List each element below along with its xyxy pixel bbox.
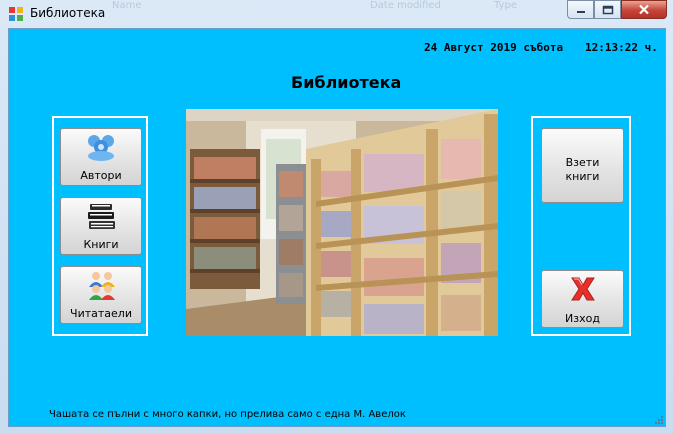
borrowed-books-label-line1: Взети [565,156,600,169]
page-title: Библиотека [291,73,402,92]
ghost-column-name: Name [112,0,142,11]
wooden-shelves-drawing [306,109,498,336]
resize-grip-icon[interactable] [655,416,663,424]
ghost-column-type: Type [494,0,517,11]
readers-label: Читатаели [70,307,132,320]
close-icon [639,4,649,15]
readers-icon [89,272,115,300]
authors-label: Автори [80,169,122,182]
authors-button[interactable]: Автори [60,128,142,186]
books-label: Книги [83,238,119,251]
readers-button[interactable]: Читатаели [60,266,142,324]
footer-quote: Чашата се пълни с много капки, но прелив… [49,409,406,420]
left-shelf-drawing [190,149,260,289]
ghost-column-date: Date modified [370,0,441,11]
window-title: Библиотека [30,6,106,20]
minimize-button[interactable] [567,0,594,19]
date-label: 24 Август 2019 събота [424,41,564,54]
books-button[interactable]: Книги [60,197,142,255]
right-button-panel: Взети книги Изход [531,116,631,336]
close-button[interactable] [621,0,667,19]
metal-rack-drawing [276,164,306,304]
exit-label: Изход [565,312,600,325]
maximize-icon [602,5,613,14]
title-bar[interactable]: Библиотека Name Date modified Type [0,0,673,28]
borrowed-books-label-line2: книги [565,170,600,183]
app-window: Библиотека Name Date modified Type 24 Ав… [0,0,673,434]
borrowed-books-button[interactable]: Взети книги [541,128,624,203]
books-icon [88,204,115,229]
exit-button[interactable]: Изход [541,270,624,328]
main-form: 24 Август 2019 събота 12:13:22 ч. Библио… [8,28,666,427]
maximize-button[interactable] [594,0,621,19]
library-shelves-image [186,109,498,336]
time-label: 12:13:22 ч. [585,41,658,54]
authors-icon [88,135,114,161]
left-button-panel: Автори Книги Читатаели [52,116,148,336]
minimize-icon [576,10,585,13]
exit-icon [571,277,595,301]
app-icon [9,7,23,21]
